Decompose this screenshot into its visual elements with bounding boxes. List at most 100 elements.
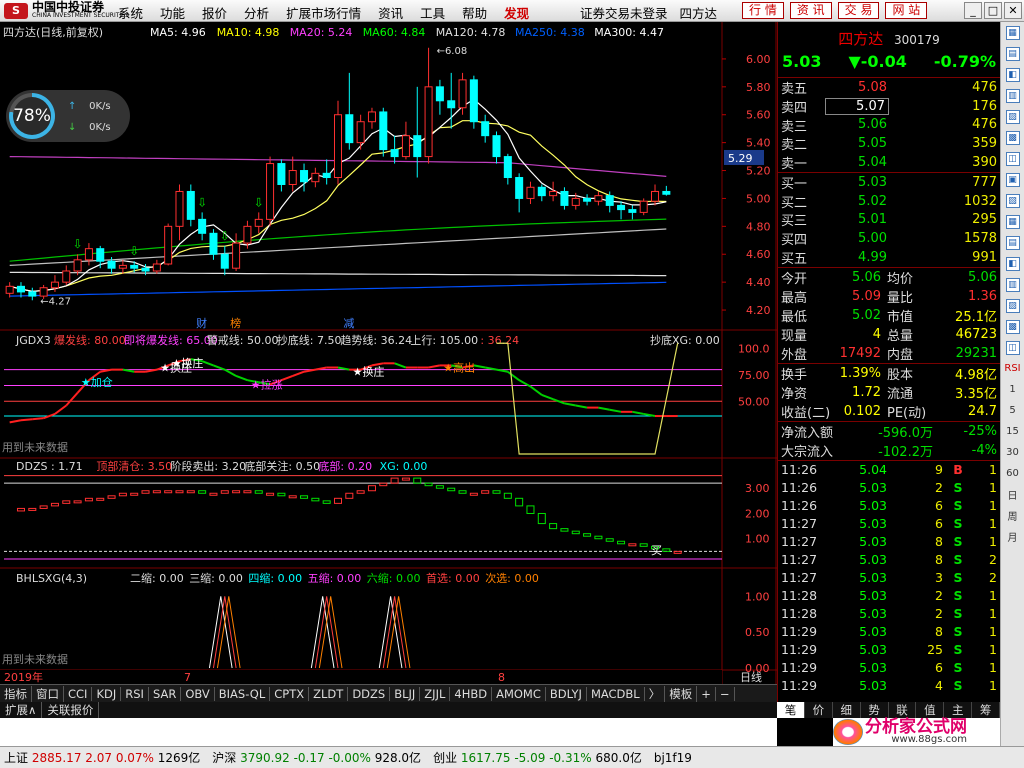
toolbar-button[interactable]: ▦ <box>1001 22 1024 43</box>
stat-label: 市值 <box>887 309 914 325</box>
indicator-tab[interactable]: DDZS <box>348 686 391 701</box>
price-tick-label: 4.40 <box>746 276 771 289</box>
toolbar-period-button[interactable]: 周 <box>1001 505 1024 526</box>
indicator-tab[interactable]: BDLYJ <box>546 686 587 701</box>
toolbar-period-button[interactable]: 日 <box>1001 484 1024 505</box>
quote-tab[interactable]: 主 <box>944 702 973 718</box>
quick-button[interactable]: 交 易 <box>837 2 880 19</box>
indicator-tab[interactable]: 〉 <box>645 685 666 702</box>
bid-label: 买三 <box>781 214 808 230</box>
toolbar-period-button[interactable]: RSI <box>1001 358 1024 379</box>
menu-item[interactable]: 分析 <box>244 3 269 22</box>
indicator-tab[interactable]: MACDBL <box>587 686 645 701</box>
network-speed-badge[interactable]: 78% ↑ 0K/s ↓ 0K/s <box>6 90 130 142</box>
toolbar-period-button[interactable]: 60 <box>1001 463 1024 484</box>
quote-tab[interactable]: 势 <box>861 702 889 718</box>
toolbar-button[interactable]: ▩ <box>1001 127 1024 148</box>
indicator-tab[interactable]: − <box>716 686 735 701</box>
quote-tab[interactable]: 价 <box>805 702 833 718</box>
candle <box>605 195 614 206</box>
indicator-tab[interactable]: 指标 <box>0 685 32 702</box>
quote-tab[interactable]: 联 <box>889 702 917 718</box>
indicator-tab[interactable]: 模板 <box>665 685 698 702</box>
menu-item[interactable]: 资讯 <box>378 3 403 22</box>
close-icon[interactable]: ✕ <box>1004 2 1022 19</box>
quick-button[interactable]: 行 情 <box>742 2 784 19</box>
toolbar-button[interactable]: ▨ <box>1001 106 1024 127</box>
menu-item[interactable]: 发现 <box>504 3 529 22</box>
toolbar-button[interactable]: ▣ <box>1001 169 1024 190</box>
indicator-tab[interactable]: 窗口 <box>32 685 64 702</box>
ask-price-box[interactable]: 5.07 <box>825 97 889 115</box>
flow-label: 净流入额 <box>781 425 834 441</box>
indicator-tab[interactable]: 4HBD <box>450 686 493 701</box>
toolbar-button[interactable]: ▥ <box>1001 274 1024 295</box>
stat-value: 1.36 <box>968 288 997 304</box>
toolbar-button[interactable]: ◧ <box>1001 253 1024 274</box>
menu-item[interactable]: 系统 <box>118 3 143 22</box>
indicator-tab[interactable]: CCI <box>64 686 93 701</box>
toolbar-period-button[interactable]: 月 <box>1001 526 1024 547</box>
quote-tab[interactable]: 细 <box>833 702 861 718</box>
ask-volume: 176 <box>972 98 997 114</box>
ask-price[interactable]: 5.07 <box>821 97 889 115</box>
index-quote[interactable]: 沪深 3790.92 -0.17 -0.00% 928.0亿 <box>212 749 421 766</box>
toolbar-period-button[interactable]: 30 <box>1001 442 1024 463</box>
indicator-tab[interactable]: SAR <box>149 686 182 701</box>
indicator-tab[interactable]: + <box>697 686 716 701</box>
quick-button[interactable]: 资 讯 <box>789 2 832 19</box>
menu-item[interactable]: 功能 <box>160 3 185 22</box>
maximize-icon[interactable]: □ <box>984 2 1002 19</box>
quote-tab[interactable]: 笔 <box>777 702 805 718</box>
indicator-tab[interactable]: AMOMC <box>492 686 546 701</box>
toolbar-button[interactable]: ▧ <box>1001 190 1024 211</box>
ask-label: 卖三 <box>781 119 808 135</box>
indicator-tab[interactable]: OBV <box>181 686 215 701</box>
toolbar-button[interactable]: ▤ <box>1001 43 1024 64</box>
indicator-tab[interactable]: ZLDT <box>309 686 349 701</box>
candle <box>322 172 331 179</box>
bid-book: 买一 5.03 777 买二 5.02 1032 买三 5.01 295 买四 5.00 1578 买五… <box>778 173 1000 268</box>
indicator-tab[interactable]: BIAS-QL <box>215 686 271 701</box>
tick-time: 11:27 <box>781 570 818 586</box>
toolbar-button[interactable]: ▨ <box>1001 295 1024 316</box>
quote-tab[interactable]: 值 <box>916 702 945 718</box>
index-quote[interactable]: 创业 1617.75 -5.09 -0.31% 680.0亿 <box>433 749 642 766</box>
menu-item[interactable]: 帮助 <box>462 3 487 22</box>
toolbar-button[interactable]: ▩ <box>1001 316 1024 337</box>
tick-time: 11:26 <box>781 480 818 496</box>
toolbar-button[interactable]: ◫ <box>1001 148 1024 169</box>
toolbar-icon: ▣ <box>1005 172 1020 187</box>
tick-side: S <box>953 660 963 676</box>
menu-item[interactable]: 扩展市场行情 <box>286 3 361 22</box>
toolbar-button[interactable]: ▤ <box>1001 232 1024 253</box>
toolbar-period-button[interactable]: 5 <box>1001 400 1024 421</box>
candle <box>526 186 535 199</box>
quote-tab[interactable]: 筹 <box>972 702 1000 718</box>
quick-button[interactable]: 网 站 <box>885 2 928 19</box>
bottom-tab[interactable]: 关联报价 <box>42 702 100 718</box>
indicator-tab[interactable]: KDJ <box>92 686 122 701</box>
tick-time: 11:27 <box>781 534 818 550</box>
price-tick-label: 4.80 <box>746 220 771 233</box>
bottom-tab[interactable]: 扩展∧ <box>0 702 43 718</box>
indicator-tab[interactable]: CPTX <box>270 686 310 701</box>
index-quote[interactable]: 上证 2885.17 2.07 0.07% 1269亿 <box>4 749 200 766</box>
minimize-icon[interactable]: _ <box>964 2 982 19</box>
candle <box>243 225 252 244</box>
toolbar-button[interactable]: ◧ <box>1001 64 1024 85</box>
menu-item[interactable]: 工具 <box>420 3 445 22</box>
menu-item[interactable]: 报价 <box>202 3 227 22</box>
toolbar-period-button[interactable]: 15 <box>1001 421 1024 442</box>
toolbar-period-button[interactable]: 1 <box>1001 379 1024 400</box>
jgdx-annotation: ★拉涨 <box>251 377 283 391</box>
indicator-tab[interactable]: ZJJL <box>420 686 451 701</box>
period-label: 日线 <box>740 670 762 684</box>
indicator-tab[interactable]: BLJJ <box>390 686 421 701</box>
down-arrow-icon: ↓ <box>68 122 77 133</box>
toolbar-button[interactable]: ▦ <box>1001 211 1024 232</box>
toolbar-button[interactable]: ▥ <box>1001 85 1024 106</box>
indicator-tab[interactable]: RSI <box>121 686 149 701</box>
stat-value: 4 <box>872 326 881 342</box>
toolbar-button[interactable]: ◫ <box>1001 337 1024 358</box>
